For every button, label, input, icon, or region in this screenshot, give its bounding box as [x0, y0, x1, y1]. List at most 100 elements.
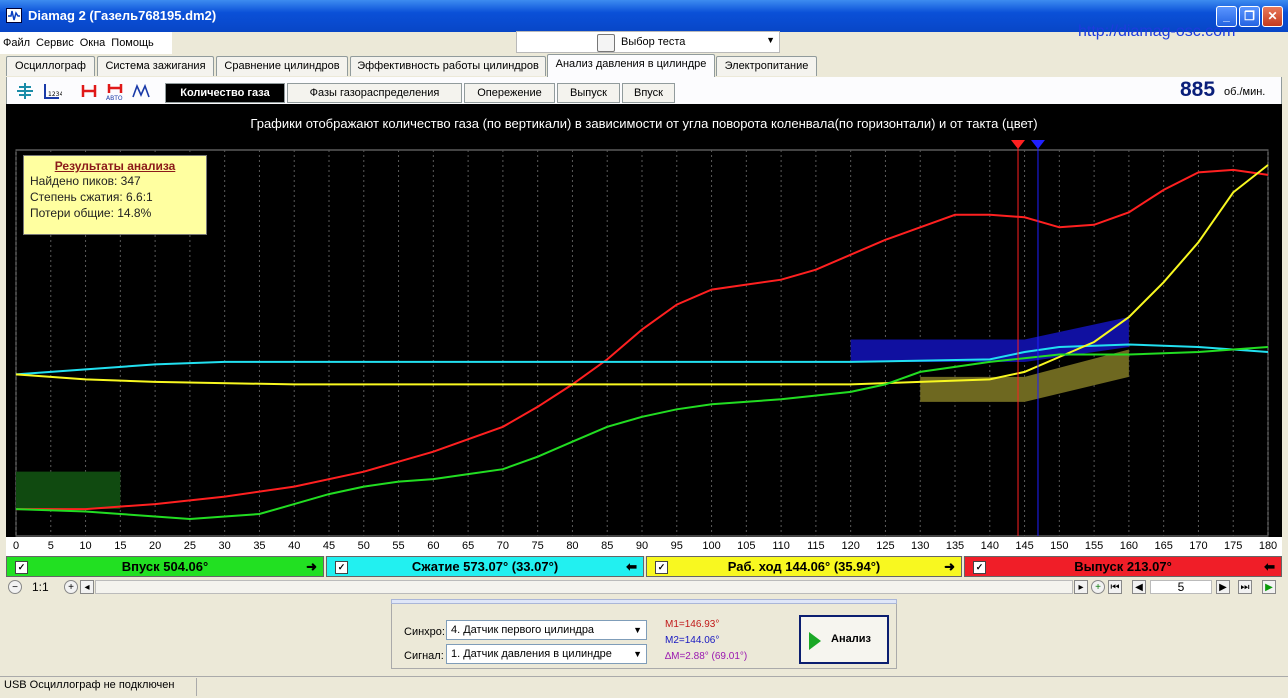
stroke-compression[interactable]: ✓ Сжатие 573.07° (33.07°) ⬅	[326, 556, 644, 577]
x-tick-label: 0	[12, 540, 20, 552]
play-icon[interactable]: ▶	[1262, 580, 1276, 594]
analyze-label: Анализ	[831, 633, 871, 645]
peak-detect-icon[interactable]	[131, 81, 151, 101]
x-tick-label: 120	[841, 540, 860, 552]
tab-power-supply[interactable]: Электропитание	[716, 56, 817, 76]
first-page-icon[interactable]: ⏮	[1108, 580, 1122, 594]
x-tick-label: 25	[183, 540, 196, 552]
synchro-value: 4. Датчик первого цилиндра	[451, 624, 595, 636]
marker-m1: M1=146.93°	[665, 619, 720, 630]
x-axis: 0 5 10 15 20 25 30 35 40 45 50 55 60 65 70 75 80 85 90 95 10…	[6, 537, 1282, 556]
tab-pressure-analysis[interactable]: Анализ давления в цилиндре	[547, 54, 715, 77]
menu-file[interactable]: Файл	[0, 32, 33, 54]
x-tick-label: 70	[496, 540, 509, 552]
synchro-select[interactable]: 4. Датчик первого цилиндра ▼	[446, 620, 647, 640]
rpm-unit: об./мин.	[1224, 86, 1266, 98]
x-tick-label: 90	[635, 540, 649, 552]
number-mode-icon[interactable]: 1234	[42, 81, 63, 101]
status-spacer	[196, 678, 1286, 696]
maximize-button[interactable]: ❐	[1239, 6, 1260, 27]
stroke-compression-checkbox[interactable]: ✓	[335, 561, 348, 574]
marker-icon[interactable]	[79, 81, 99, 101]
x-tick-label: 95	[670, 540, 683, 552]
window-title: Diamag 2 (Газель768195.dm2)	[28, 8, 217, 23]
signal-label: Сигнал:	[404, 650, 444, 662]
stroke-exhaust[interactable]: ✓ Выпуск 213.07° ⬅	[964, 556, 1282, 577]
panel-splitter[interactable]	[391, 599, 897, 604]
x-tick-label: 135	[945, 540, 965, 552]
test-select-dropdown[interactable]: Выбор теста ▼	[516, 31, 780, 53]
x-tick-label: 60	[427, 540, 440, 552]
x-tick-label: 75	[531, 540, 544, 552]
stroke-exhaust-label: Выпуск 213.07°	[1074, 559, 1172, 574]
x-tick-label: 155	[1084, 540, 1104, 552]
tab-cylinder-compare[interactable]: Сравнение цилиндров	[216, 56, 348, 76]
subtab-advance[interactable]: Опережение	[464, 83, 555, 103]
x-tick-label: 150	[1050, 540, 1069, 552]
cursor-marker-icon-1	[1030, 140, 1045, 149]
x-tick-label: 10	[79, 540, 92, 552]
tab-ignition[interactable]: Система зажигания	[97, 56, 214, 76]
chart-title: Графики отображают количество газа (по в…	[250, 116, 1038, 131]
x-tick-label: 20	[148, 540, 162, 552]
close-button[interactable]: ✕	[1262, 6, 1283, 27]
stroke-intake[interactable]: ✓ Впуск 504.06° ➜	[6, 556, 324, 577]
results-losses: Потери общие: 14.8%	[30, 206, 152, 220]
menu-bar: Файл Сервис Окна Помощь	[0, 32, 172, 54]
x-tick-label: 35	[253, 540, 266, 552]
x-tick-label: 165	[1154, 540, 1173, 552]
stroke-intake-checkbox[interactable]: ✓	[15, 561, 28, 574]
analyze-button[interactable]: Анализ	[799, 615, 889, 664]
chevron-down-icon: ▼	[633, 625, 642, 635]
x-tick-label: 140	[980, 540, 999, 552]
auto-marker-icon[interactable]: АВТО	[105, 81, 125, 102]
x-tick-label: 125	[876, 540, 895, 552]
scroll-right-icon[interactable]: ▸	[1074, 580, 1088, 594]
x-tick-label: 50	[357, 540, 370, 552]
zoom-out-icon[interactable]: −	[8, 580, 22, 594]
svg-text:АВТО: АВТО	[106, 95, 123, 101]
menu-service[interactable]: Сервис	[33, 32, 77, 54]
arrow-left-icon: ⬅	[1264, 559, 1275, 574]
stroke-power[interactable]: ✓ Раб. ход 144.06° (35.94°) ➜	[646, 556, 962, 577]
x-tick-label: 45	[322, 540, 336, 552]
stroke-power-checkbox[interactable]: ✓	[655, 561, 668, 574]
x-tick-label: 180	[1258, 540, 1278, 552]
website-link[interactable]: http://diamag-osc.com	[1078, 23, 1235, 41]
prev-page-icon[interactable]: ◀	[1132, 580, 1146, 594]
stroke-intake-label: Впуск 504.06°	[121, 559, 209, 574]
results-peaks: Найдено пиков: 347	[30, 174, 141, 188]
subtab-exhaust[interactable]: Выпуск	[557, 83, 620, 103]
scroll-left-icon[interactable]: ◂	[80, 580, 94, 594]
subtab-intake[interactable]: Впуск	[622, 83, 675, 103]
last-page-icon[interactable]: ⏭	[1238, 580, 1252, 594]
signal-value: 1. Датчик давления в цилиндре	[451, 648, 612, 660]
stroke-exhaust-checkbox[interactable]: ✓	[973, 561, 986, 574]
marker-delta: ∆M=2.88° (69.01°)	[665, 651, 748, 662]
add-icon[interactable]: +	[1091, 580, 1105, 594]
menu-help[interactable]: Помощь	[108, 32, 157, 54]
arrow-right-icon: ➜	[944, 559, 955, 574]
menu-windows[interactable]: Окна	[77, 32, 109, 54]
signal-tree-icon[interactable]	[15, 81, 35, 101]
x-tick-label: 85	[601, 540, 614, 552]
tab-oscilloscope[interactable]: Осциллограф	[6, 56, 95, 76]
subtab-gas-amount[interactable]: Количество газа	[165, 83, 285, 103]
zoom-in-icon[interactable]: +	[64, 580, 78, 594]
next-page-icon[interactable]: ▶	[1216, 580, 1230, 594]
status-text: USB Осциллограф не подключен	[4, 679, 175, 691]
subtab-valve-timing[interactable]: Фазы газораспределения	[287, 83, 462, 103]
svg-text:1234: 1234	[48, 91, 62, 98]
chevron-down-icon: ▼	[766, 35, 775, 45]
stroke-region-0	[16, 471, 121, 510]
x-tick-label: 5	[47, 540, 54, 552]
zoom-level: 1:1	[32, 580, 49, 594]
app-icon	[6, 8, 22, 23]
results-title: Результаты анализа	[54, 159, 176, 173]
chevron-down-icon: ▼	[633, 649, 642, 659]
page-number-field[interactable]: 5	[1150, 580, 1212, 594]
signal-select[interactable]: 1. Датчик давления в цилиндре ▼	[446, 644, 647, 664]
x-tick-label: 30	[218, 540, 231, 552]
horizontal-scrollbar[interactable]	[95, 580, 1073, 594]
tab-cylinder-efficiency[interactable]: Эффективность работы цилиндров	[350, 56, 546, 76]
